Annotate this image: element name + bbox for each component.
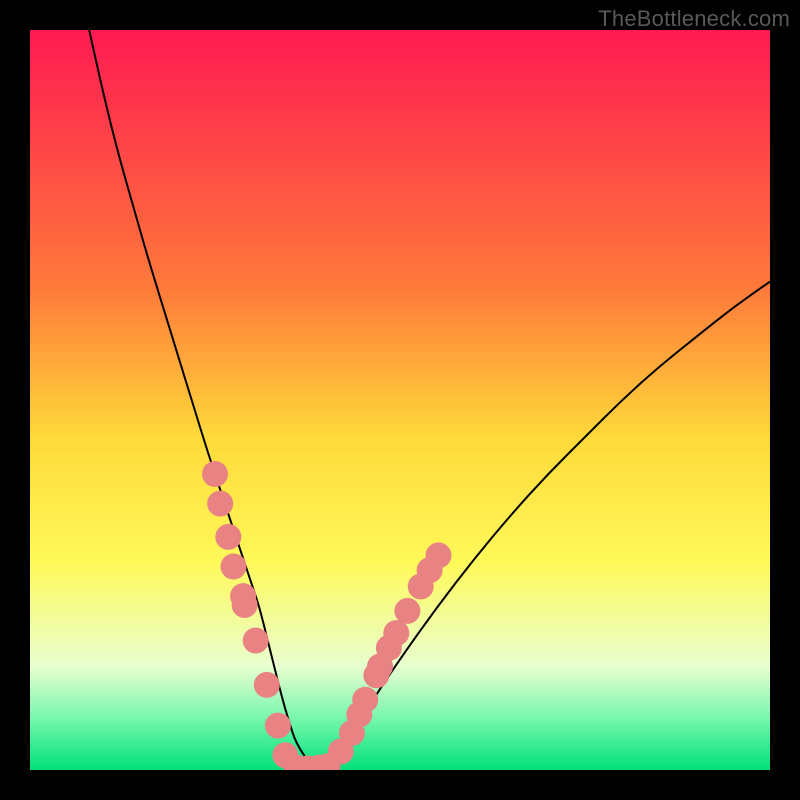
data-marker: [265, 713, 291, 739]
data-marker: [207, 491, 233, 517]
bottleneck-chart: [30, 30, 770, 770]
data-marker: [254, 672, 280, 698]
data-marker: [221, 554, 247, 580]
data-marker: [425, 542, 451, 568]
data-marker: [383, 620, 409, 646]
data-marker: [232, 592, 258, 618]
data-marker: [215, 524, 241, 550]
data-marker: [243, 628, 269, 654]
chart-container: TheBottleneck.com: [0, 0, 800, 800]
plot-area: [30, 30, 770, 770]
data-marker: [394, 598, 420, 624]
data-marker: [202, 461, 228, 487]
watermark-text: TheBottleneck.com: [598, 6, 790, 32]
data-marker: [352, 687, 378, 713]
